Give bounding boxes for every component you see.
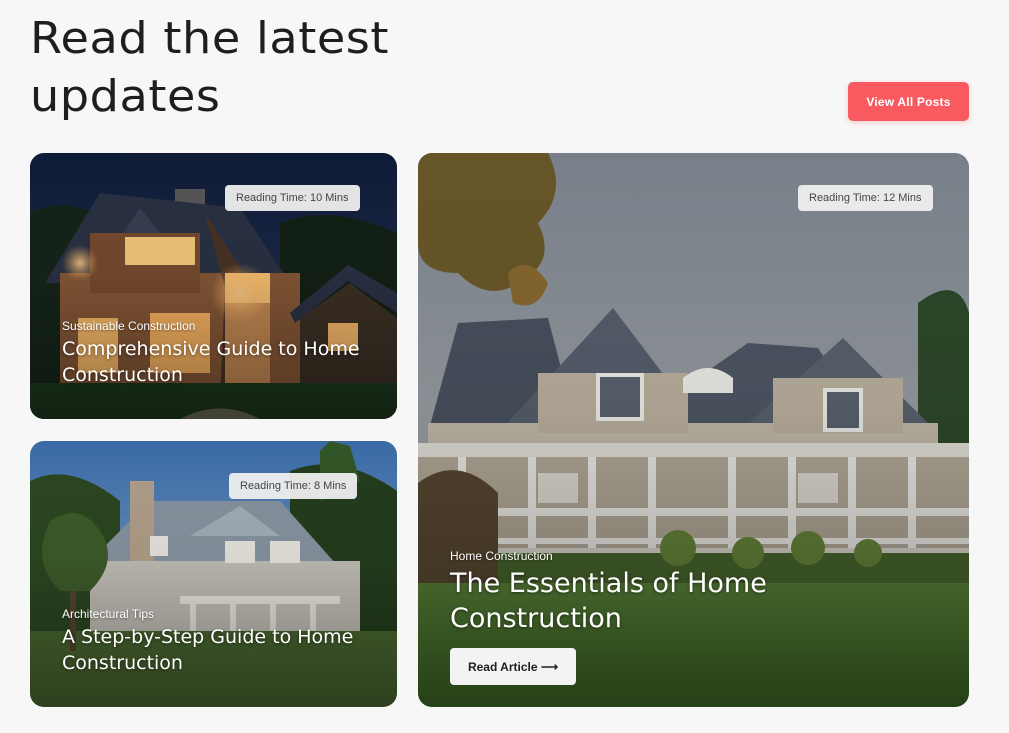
post-title[interactable]: Comprehensive Guide to Home Construction [62,336,362,388]
post-card-featured[interactable]: Reading Time: 12 Mins Home Construction … [418,153,969,707]
latest-updates-section: Read the latest updates View All Posts R… [0,0,1009,733]
post-title[interactable]: The Essentials of Home Construction [450,566,870,636]
view-all-posts-button[interactable]: View All Posts [848,82,969,121]
post-category: Architectural Tips [62,607,155,621]
reading-time-badge: Reading Time: 8 Mins [229,473,358,499]
section-heading: Read the latest updates [30,13,390,122]
post-title[interactable]: A Step-by-Step Guide to Home Constructio… [62,624,362,676]
post-category: Home Construction [450,549,553,563]
post-card-2[interactable]: Reading Time: 8 Mins Architectural Tips … [30,441,397,707]
post-card-1[interactable]: Reading Time: 10 Mins Sustainable Constr… [30,153,397,419]
reading-time-badge: Reading Time: 10 Mins [225,185,360,211]
reading-time-badge: Reading Time: 12 Mins [798,185,933,211]
post-category: Sustainable Construction [62,319,196,333]
read-article-button[interactable]: Read Article ⟶ [450,648,576,685]
